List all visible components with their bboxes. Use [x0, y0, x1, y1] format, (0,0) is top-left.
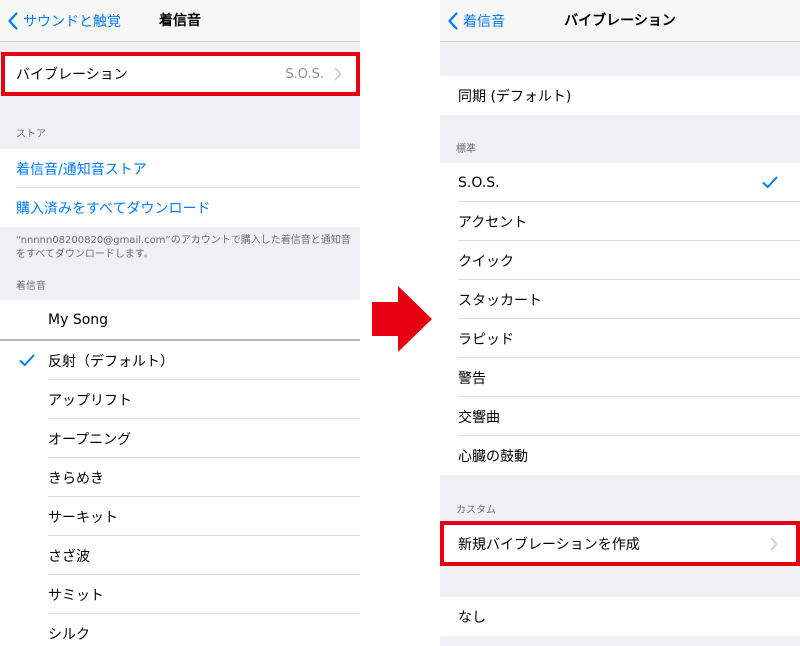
vibration-pattern-row[interactable]: S.O.S.: [440, 163, 800, 202]
ringtone-label: サミット: [48, 587, 104, 604]
highlight-box: [1, 52, 360, 96]
pattern-label: 警告: [458, 370, 486, 387]
ringtone-row[interactable]: オープニング: [0, 419, 360, 458]
custom-section-header: カスタム: [456, 505, 496, 516]
store-footer-note: “nnnnn08200820@gmail.com”のアカウントで購入した着信音と…: [16, 235, 351, 260]
ringtone-label: きらめき: [48, 470, 104, 487]
vibration-pattern-row[interactable]: クイック: [440, 241, 800, 280]
ringtone-section-header: 着信音: [16, 281, 46, 292]
vibration-pattern-row[interactable]: ラピッド: [440, 319, 800, 358]
my-song-label: My Song: [48, 311, 109, 328]
pattern-label: アクセント: [458, 214, 528, 231]
arrow-right-icon: [372, 286, 432, 352]
vibration-pattern-row[interactable]: アクセント: [440, 202, 800, 241]
sync-label: 同期 (デフォルト): [458, 88, 572, 105]
pattern-label: ラピッド: [458, 331, 514, 348]
pattern-label: 心臓の鼓動: [458, 448, 528, 465]
ringtone-label: シルク: [48, 626, 90, 643]
ringtone-row[interactable]: サーキット: [0, 497, 360, 536]
nav-bar: サウンドと触覚 着信音: [0, 0, 360, 42]
sync-row[interactable]: 同期 (デフォルト): [440, 76, 800, 115]
vibration-pattern-row[interactable]: スタッカート: [440, 280, 800, 319]
page-title: 着信音: [159, 13, 201, 29]
ringtone-label: オープニング: [48, 431, 132, 448]
store-link-label: 着信音/通知音ストア: [16, 161, 147, 178]
ringtone-row[interactable]: アップリフト: [0, 380, 360, 419]
store-section-header: ストア: [16, 129, 46, 140]
standard-section-header: 標準: [456, 144, 476, 155]
ringtone-label: サーキット: [48, 509, 118, 526]
my-song-row[interactable]: My Song: [0, 300, 360, 339]
ringtone-row[interactable]: サミット: [0, 575, 360, 614]
none-row[interactable]: なし: [440, 597, 800, 636]
download-all-label: 購入済みをすべてダウンロード: [16, 200, 211, 217]
ringtone-row[interactable]: 反射（デフォルト）: [0, 341, 360, 380]
checkmark-icon: [19, 354, 35, 366]
vibration-pattern-row[interactable]: 心臓の鼓動: [440, 436, 800, 475]
download-all-link[interactable]: 購入済みをすべてダウンロード: [0, 188, 360, 227]
vibration-pattern-row[interactable]: 交響曲: [440, 397, 800, 436]
pattern-label: クイック: [458, 253, 514, 270]
ringtone-row[interactable]: きらめき: [0, 458, 360, 497]
ringtone-label: アップリフト: [48, 392, 132, 409]
pattern-label: 交響曲: [458, 409, 500, 426]
ringtone-label: さざ波: [48, 548, 90, 565]
pattern-label: S.O.S.: [458, 174, 500, 191]
ringtone-screen: サウンドと触覚 着信音 バイブレーション S.O.S. ストア 着信音/通知音ス…: [0, 0, 360, 646]
page-title: バイブレーション: [564, 13, 676, 29]
ringtone-label: 反射（デフォルト）: [48, 353, 174, 370]
ringtone-row[interactable]: さざ波: [0, 536, 360, 575]
checkmark-icon: [762, 176, 778, 188]
ringtone-row[interactable]: シルク: [0, 614, 360, 646]
nav-bar: 着信音 バイブレーション: [440, 0, 800, 42]
pattern-label: スタッカート: [458, 292, 542, 309]
vibration-pattern-row[interactable]: 警告: [440, 358, 800, 397]
none-label: なし: [458, 609, 486, 626]
store-link[interactable]: 着信音/通知音ストア: [0, 149, 360, 188]
highlight-box: [440, 521, 800, 566]
